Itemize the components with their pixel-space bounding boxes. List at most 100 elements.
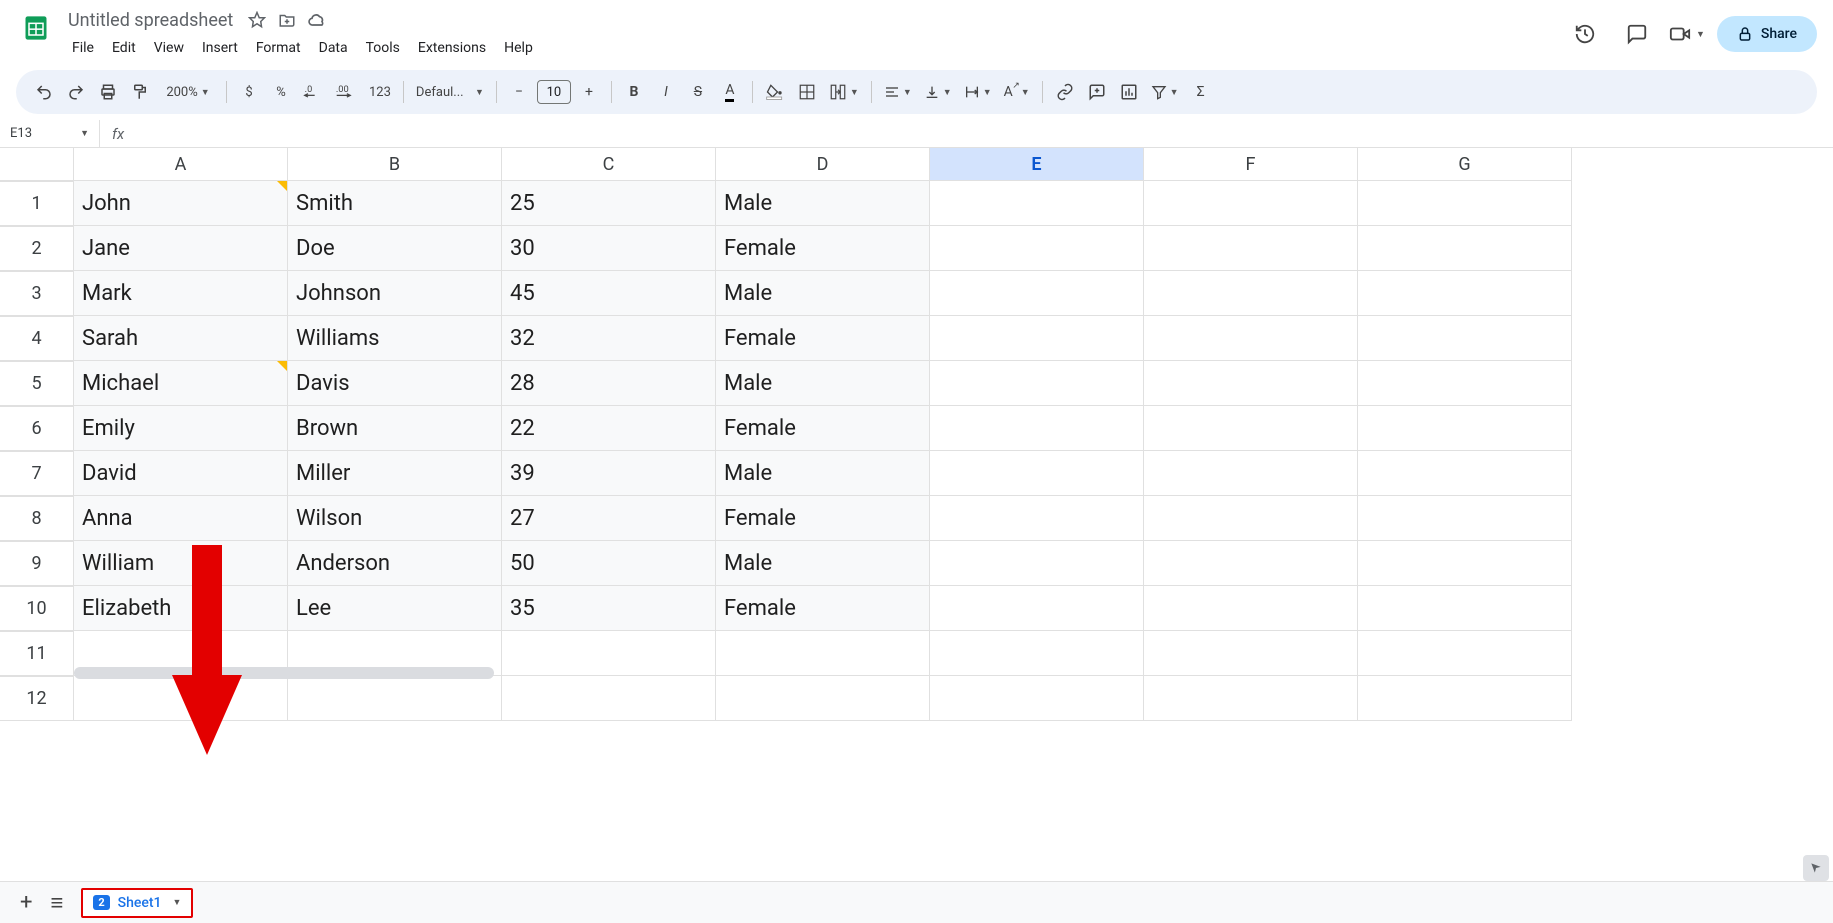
bold-button[interactable]: B [620, 78, 648, 106]
cell-F12[interactable] [1144, 676, 1358, 721]
cell-C3[interactable]: 45 [502, 271, 716, 316]
sheet-menu-icon[interactable]: ▼ [173, 897, 182, 908]
cell-F10[interactable] [1144, 586, 1358, 631]
percent-button[interactable]: % [267, 78, 295, 106]
cell-F6[interactable] [1144, 406, 1358, 451]
cell-G5[interactable] [1358, 361, 1572, 406]
cell-A4[interactable]: Sarah [74, 316, 288, 361]
cell-E4[interactable] [930, 316, 1144, 361]
cell-B4[interactable]: Williams [288, 316, 502, 361]
doc-title[interactable]: Untitled spreadsheet [64, 8, 237, 33]
cloud-status-icon[interactable] [307, 10, 327, 30]
cell-B8[interactable]: Wilson [288, 496, 502, 541]
cell-G4[interactable] [1358, 316, 1572, 361]
cell-G7[interactable] [1358, 451, 1572, 496]
cell-D4[interactable]: Female [716, 316, 930, 361]
cell-E8[interactable] [930, 496, 1144, 541]
cell-F9[interactable] [1144, 541, 1358, 586]
cell-G8[interactable] [1358, 496, 1572, 541]
h-align-button[interactable]: ▼ [880, 78, 916, 106]
undo-button[interactable] [30, 78, 58, 106]
menu-format[interactable]: Format [248, 36, 309, 60]
cell-G12[interactable] [1358, 676, 1572, 721]
cell-B6[interactable]: Brown [288, 406, 502, 451]
menu-view[interactable]: View [146, 36, 192, 60]
paint-format-button[interactable] [126, 78, 154, 106]
cell-G6[interactable] [1358, 406, 1572, 451]
cell-G2[interactable] [1358, 226, 1572, 271]
cell-B10[interactable]: Lee [288, 586, 502, 631]
cell-D5[interactable]: Male [716, 361, 930, 406]
cell-B5[interactable]: Davis [288, 361, 502, 406]
cell-E2[interactable] [930, 226, 1144, 271]
cell-G10[interactable] [1358, 586, 1572, 631]
more-formats-button[interactable]: 123 [365, 78, 395, 106]
history-icon[interactable] [1565, 14, 1605, 54]
cell-B1[interactable]: Smith [288, 181, 502, 226]
col-header-F[interactable]: F [1144, 148, 1358, 181]
menu-edit[interactable]: Edit [104, 36, 144, 60]
cell-F3[interactable] [1144, 271, 1358, 316]
menu-tools[interactable]: Tools [358, 36, 408, 60]
cell-C10[interactable]: 35 [502, 586, 716, 631]
cell-B9[interactable]: Anderson [288, 541, 502, 586]
cell-E6[interactable] [930, 406, 1144, 451]
redo-button[interactable] [62, 78, 90, 106]
v-align-button[interactable]: ▼ [920, 78, 956, 106]
cell-E9[interactable] [930, 541, 1144, 586]
cell-C6[interactable]: 22 [502, 406, 716, 451]
decrease-font-button[interactable]: − [505, 78, 533, 106]
row-header-4[interactable]: 4 [0, 316, 74, 361]
font-select[interactable]: Defaul...▼ [412, 78, 488, 106]
name-box[interactable]: E13▼ [0, 120, 100, 147]
borders-button[interactable] [793, 78, 821, 106]
sheet-tab-sheet1[interactable]: 2 Sheet1 ▼ [81, 888, 193, 918]
cell-A7[interactable]: David [74, 451, 288, 496]
text-color-button[interactable]: A [716, 78, 744, 106]
row-header-7[interactable]: 7 [0, 451, 74, 496]
share-button[interactable]: Share [1717, 16, 1817, 52]
col-header-A[interactable]: A [74, 148, 288, 181]
rotate-button[interactable]: A↗▼ [1000, 78, 1034, 106]
decrease-decimal-button[interactable]: .0 [299, 78, 327, 106]
explore-button[interactable] [1803, 855, 1829, 881]
cell-A8[interactable]: Anna [74, 496, 288, 541]
cell-F11[interactable] [1144, 631, 1358, 676]
cell-A5[interactable]: Michael [74, 361, 288, 406]
cell-A3[interactable]: Mark [74, 271, 288, 316]
cell-F4[interactable] [1144, 316, 1358, 361]
cell-C2[interactable]: 30 [502, 226, 716, 271]
cell-F5[interactable] [1144, 361, 1358, 406]
cell-E3[interactable] [930, 271, 1144, 316]
note-indicator-icon[interactable] [277, 181, 287, 191]
cell-A6[interactable]: Emily [74, 406, 288, 451]
move-icon[interactable] [277, 10, 297, 30]
cell-E10[interactable] [930, 586, 1144, 631]
insert-comment-button[interactable] [1083, 78, 1111, 106]
cell-D8[interactable]: Female [716, 496, 930, 541]
row-header-5[interactable]: 5 [0, 361, 74, 406]
row-header-10[interactable]: 10 [0, 586, 74, 631]
cell-E7[interactable] [930, 451, 1144, 496]
cell-A9[interactable]: William [74, 541, 288, 586]
cell-A1[interactable]: John [74, 181, 288, 226]
functions-button[interactable]: Σ [1187, 78, 1215, 106]
cell-F8[interactable] [1144, 496, 1358, 541]
cell-C12[interactable] [502, 676, 716, 721]
row-header-1[interactable]: 1 [0, 181, 74, 226]
sheets-logo[interactable] [16, 8, 56, 48]
row-header-12[interactable]: 12 [0, 676, 74, 721]
font-size-input[interactable]: 10 [537, 80, 571, 104]
filter-button[interactable]: ▼ [1147, 78, 1183, 106]
cell-B3[interactable]: Johnson [288, 271, 502, 316]
col-header-E[interactable]: E [930, 148, 1144, 181]
cell-G9[interactable] [1358, 541, 1572, 586]
col-header-B[interactable]: B [288, 148, 502, 181]
cell-D6[interactable]: Female [716, 406, 930, 451]
insert-chart-button[interactable] [1115, 78, 1143, 106]
wrap-button[interactable]: ▼ [960, 78, 996, 106]
cell-D11[interactable] [716, 631, 930, 676]
cell-G3[interactable] [1358, 271, 1572, 316]
cell-C8[interactable]: 27 [502, 496, 716, 541]
add-sheet-button[interactable]: + [20, 890, 32, 915]
